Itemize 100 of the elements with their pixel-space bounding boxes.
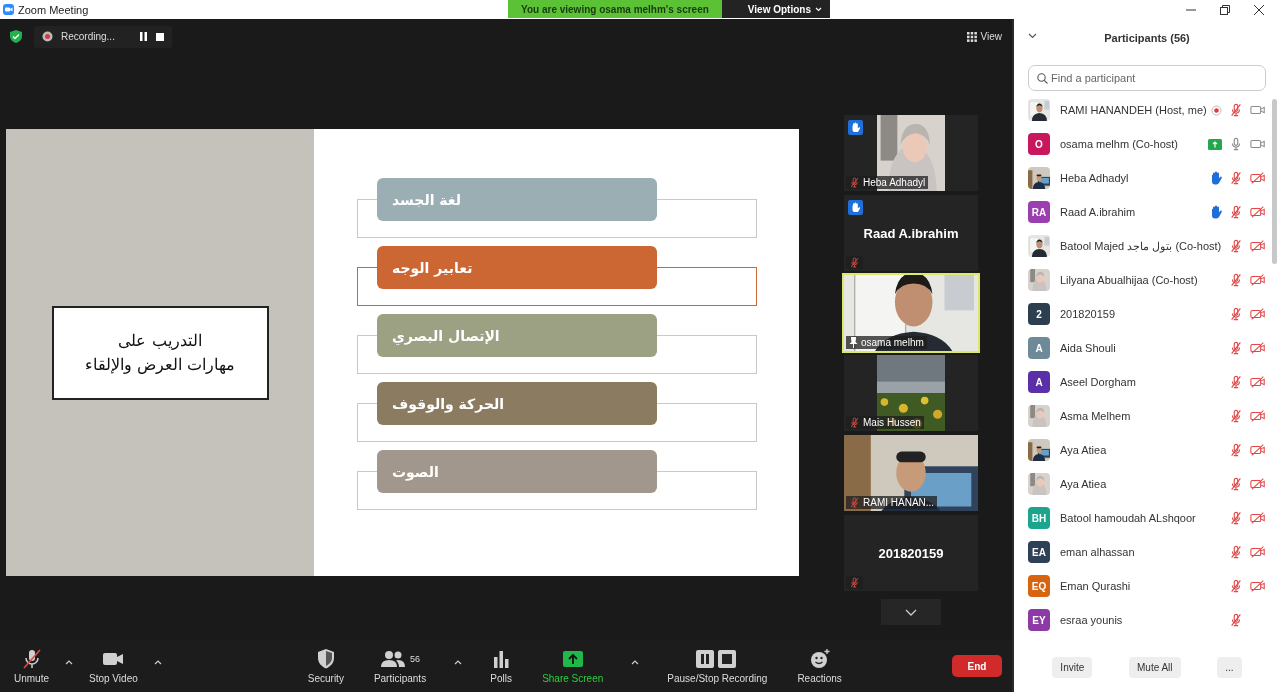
participant-name: Mais Hussen [863,417,921,428]
muted-microphone-icon[interactable] [1229,443,1243,457]
muted-microphone-icon[interactable] [1229,307,1243,321]
camera-off-icon[interactable] [1250,409,1266,423]
participant-name: eman alhassan [1060,546,1136,558]
muted-microphone-icon[interactable] [1229,409,1243,423]
muted-microphone-icon[interactable] [1229,341,1243,355]
muted-microphone-icon[interactable] [1229,511,1243,525]
muted-microphone-icon[interactable] [849,177,860,188]
muted-microphone-icon[interactable] [1229,375,1243,389]
participant-name: Heba Adhadyl [1060,172,1130,184]
window-title: Zoom Meeting [18,3,89,16]
video-tile[interactable]: Mais Hussen [844,355,978,431]
pause-icon[interactable] [138,32,148,41]
muted-microphone-icon[interactable] [1229,613,1243,627]
muted-microphone-icon[interactable] [849,497,860,508]
scrollbar[interactable] [1272,99,1277,264]
avatar: 2 [1028,303,1050,325]
avatar: A [1028,337,1050,359]
end-button[interactable]: End [952,655,1002,677]
slide-title: التدريب على مهارات العرض والإلقاء [51,305,269,400]
camera-off-icon[interactable] [1250,239,1266,253]
camera-icon[interactable] [1250,103,1266,117]
maximize-icon[interactable] [1220,4,1230,15]
caret-icon [815,6,822,12]
video-tile[interactable]: osama melhm [844,275,978,351]
search-field[interactable]: Find a participant [1028,65,1266,91]
camera-off-icon[interactable] [1250,205,1266,219]
muted-microphone-icon[interactable] [849,577,860,588]
participant-name: Batool Majed بتول ماجد (Co-host) [1060,239,1222,253]
toolbar-button[interactable]: Share Screen [538,648,608,684]
camera-off-icon[interactable] [1250,375,1266,389]
toolbar-button[interactable]: Stop Video [85,648,142,684]
participant-count: 56 [410,654,420,664]
participant-name: Batool hamoudah ALshqoor [1060,512,1197,524]
close-icon[interactable] [1254,4,1264,15]
view-options-button[interactable]: View Options [721,0,830,18]
camera-off-icon[interactable] [1250,171,1266,185]
participant-name: Aya Atiea [1060,444,1108,456]
muted-microphone-icon[interactable] [1229,545,1243,559]
muted-microphone-icon[interactable] [1229,103,1243,117]
video-tile[interactable]: Heba Adhadyl [844,115,978,191]
participant-name: Aseel Dorgham [1060,376,1137,388]
participant-name: Asma Melhem [1060,410,1132,422]
participant-name: Aida Shouli [1060,342,1117,354]
camera-icon[interactable] [1250,137,1266,151]
stop-icon[interactable] [155,32,164,41]
toolbar-button[interactable]: Unmute [10,648,53,684]
camera-off-icon[interactable] [1250,307,1266,321]
toolbar-button[interactable]: Security [303,648,348,684]
toolbar-button[interactable]: Reactions [793,648,846,684]
camera-off-icon[interactable] [1250,341,1266,355]
avatar: BH [1028,507,1050,529]
participant-name: Lilyana Abualhijaa (Co-host) [1060,274,1198,286]
video-tile[interactable]: Raad A.ibrahim [844,195,978,271]
chevron-down-icon[interactable] [1028,33,1037,39]
camera-off-icon[interactable] [1250,273,1266,287]
avatar: EA [1028,541,1050,563]
people-icon [380,648,406,670]
share-screen-icon [561,648,584,670]
topic-label: الإتصال البصري [392,327,500,344]
camera-off-icon[interactable] [1250,443,1266,457]
participant-name: osama melhm (Co-host) [1060,138,1179,150]
panel-button[interactable]: Mute All [1129,656,1181,678]
panel-button[interactable]: ... [1217,656,1242,678]
participant-name: Heba Adhadyl [863,177,926,188]
toolbar-button[interactable]: Pause/Stop Recording [663,648,772,684]
camera-off-icon[interactable] [1250,511,1266,525]
participant-name: Raad A.ibrahim [1060,206,1137,218]
participant-name: 201820159 [878,545,944,561]
muted-microphone-icon[interactable] [1229,477,1243,491]
camera-off-icon[interactable] [1250,545,1266,559]
avatar: O [1028,133,1050,155]
caret-icon[interactable] [63,660,75,665]
participant-name: Raad A.ibrahim [863,225,959,241]
muted-microphone-icon[interactable] [849,257,860,268]
shield-icon[interactable] [10,30,22,43]
participant-name: osama melhm [861,337,924,348]
toolbar-button[interactable]: Polls [486,648,517,684]
avatar: A [1028,371,1050,393]
avatar: RA [1028,201,1050,223]
muted-microphone-icon[interactable] [1229,579,1243,593]
muted-microphone-icon[interactable] [1229,171,1243,185]
muted-microphone-icon[interactable] [1229,239,1243,253]
muted-microphone-icon[interactable] [849,417,860,428]
video-tile[interactable]: RAMI HANAN... [844,435,978,511]
view-button[interactable]: View [966,31,1002,42]
avatar: EY [1028,609,1050,631]
muted-microphone-icon[interactable] [1229,205,1243,219]
video-tile[interactable]: 201820159 [844,515,978,591]
participant-name: Eman Qurashi [1060,580,1132,592]
muted-microphone-icon[interactable] [1229,273,1243,287]
avatar: EQ [1028,575,1050,597]
panel-title: Participants (56) [1104,32,1190,44]
microphone-icon[interactable] [1229,137,1243,151]
camera-off-icon[interactable] [1250,477,1266,491]
participant-name: RAMI HANANDEH (Host, me) [1060,104,1207,116]
toolbar-button[interactable]: 56 Participants [369,648,431,684]
panel-button[interactable]: Invite [1052,656,1093,678]
camera-off-icon[interactable] [1250,579,1266,593]
